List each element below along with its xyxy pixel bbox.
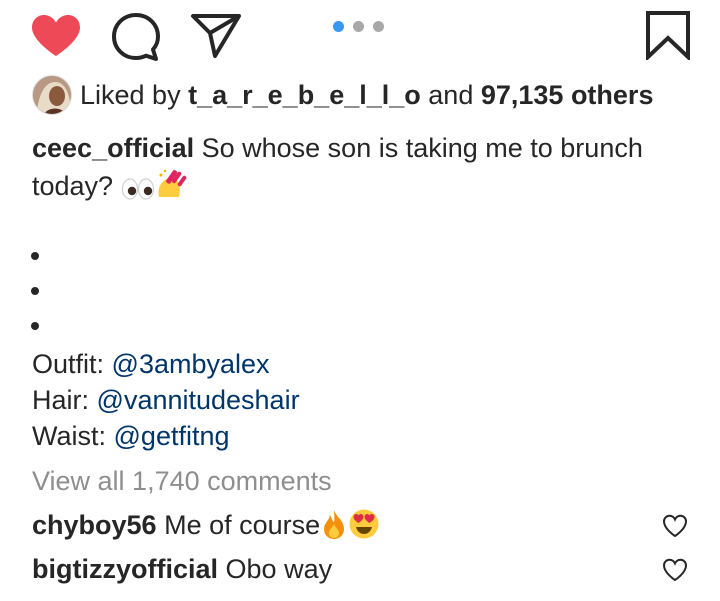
credit-label: Outfit: <box>32 349 105 379</box>
caption-bullet <box>31 252 39 260</box>
likes-count-link[interactable]: 97,135 others <box>481 80 654 110</box>
heart-filled-icon <box>32 15 80 56</box>
carousel-dot <box>373 21 384 32</box>
view-all-comments-link[interactable]: View all 1,740 comments <box>32 462 332 500</box>
fire-emoji-icon <box>320 508 348 550</box>
carousel-dot <box>353 21 364 32</box>
comment-text: Obo way <box>225 554 333 584</box>
caption-username-link[interactable]: ceec_official <box>32 133 194 163</box>
comment-item: chyboy56 Me of course <box>32 506 692 546</box>
comment-bubble-icon <box>112 13 160 61</box>
liker-avatar[interactable] <box>32 75 72 115</box>
caption-bullet <box>31 287 39 295</box>
bookmark-icon <box>646 11 690 62</box>
caption-bullet <box>31 322 39 330</box>
comment-body: chyboy56 Me of course <box>32 506 380 550</box>
heart-outline-icon <box>662 514 688 538</box>
comment-like-button[interactable] <box>662 514 688 538</box>
eyes-emoji-icon <box>121 174 155 211</box>
mention-link[interactable]: @getfitng <box>114 421 230 451</box>
likes-connector: and <box>428 80 474 110</box>
likes-summary: Liked by t_a_r_e_b_e_l_l_o and 97,135 ot… <box>32 75 653 115</box>
credit-hair: Hair: @vannitudeshair <box>32 382 300 418</box>
liker-username-link[interactable]: t_a_r_e_b_e_l_l_o <box>188 80 421 110</box>
comment-username-link[interactable]: bigtizzyofficial <box>32 554 218 584</box>
credit-outfit: Outfit: @3ambyalex <box>32 346 270 382</box>
comment-item: bigtizzyofficial Obo way <box>32 550 692 590</box>
likes-text: Liked by t_a_r_e_b_e_l_l_o and 97,135 ot… <box>80 75 653 115</box>
post-action-bar <box>0 0 720 66</box>
credit-label: Waist: <box>32 421 106 451</box>
comment-username-link[interactable]: chyboy56 <box>32 510 157 540</box>
carousel-indicator <box>333 21 393 33</box>
heart-outline-icon <box>662 558 688 582</box>
credit-waist: Waist: @getfitng <box>32 418 230 454</box>
carousel-dot-active <box>333 21 344 32</box>
share-button[interactable] <box>190 12 242 58</box>
comment-text: Me of course <box>164 510 321 540</box>
paper-plane-icon <box>191 14 241 58</box>
comment-button[interactable] <box>110 12 162 62</box>
mention-link[interactable]: @3ambyalex <box>112 349 270 379</box>
credit-label: Hair: <box>32 385 90 415</box>
likes-prefix: Liked by <box>80 80 181 110</box>
nail-polish-emoji-icon <box>155 167 189 211</box>
mention-link[interactable]: @vannitudeshair <box>97 385 300 415</box>
post-caption: ceec_official So whose son is taking me … <box>32 130 682 211</box>
comment-body: bigtizzyofficial Obo way <box>32 550 332 588</box>
like-button[interactable] <box>30 14 82 58</box>
comment-like-button[interactable] <box>662 558 688 582</box>
heart-eyes-emoji-icon <box>348 508 380 550</box>
save-button[interactable] <box>644 10 692 62</box>
